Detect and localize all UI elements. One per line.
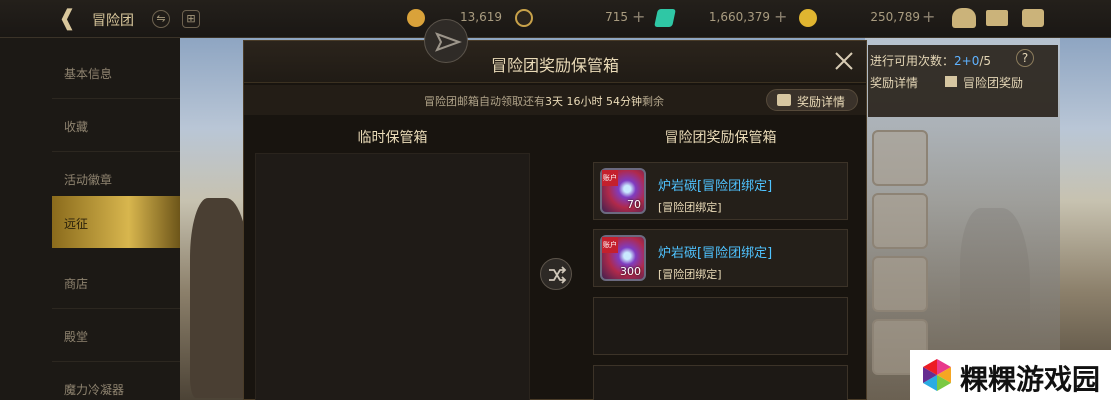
reward-item[interactable]: 账户 300 炉岩碳[冒险团绑定] [冒险团绑定] (593, 229, 848, 287)
send-icon[interactable] (424, 19, 468, 63)
coal-item-icon: 账户 70 (600, 168, 646, 214)
close-icon (835, 52, 853, 70)
empty-item-slot (593, 297, 848, 355)
chat-icon[interactable] (1022, 9, 1044, 27)
menu-item-collection[interactable]: 收藏 (52, 99, 180, 151)
menu-item-shop[interactable]: 商店 (52, 256, 180, 308)
add-gold-button[interactable]: + (922, 7, 935, 26)
left-menu: 基本信息 收藏 活动徽章 远征 商店 殿堂 魔力冷凝器 (0, 38, 180, 400)
mail-icon[interactable] (986, 10, 1008, 26)
coin-c-icon (515, 9, 533, 27)
reward-detail-button[interactable]: 奖励详情 (766, 89, 858, 111)
help-icon[interactable]: ? (1016, 49, 1034, 67)
add-crystal-button[interactable]: + (774, 7, 787, 26)
rock-decoration (190, 198, 250, 398)
crystal-icon (654, 9, 676, 27)
menu-item-expedition[interactable]: 远征 (52, 196, 180, 248)
auto-claim-notice: 冒险团邮箱自动领取还有3天 16小时 54分钟剩余 奖励详情 (244, 85, 866, 115)
menu-item-hall[interactable]: 殿堂 (52, 309, 180, 361)
reward-storage-modal: 冒险团奖励保管箱 冒险团邮箱自动领取还有3天 16小时 54分钟剩余 奖励详情 … (243, 19, 867, 400)
crystal-value: 1,660,379 (708, 10, 770, 24)
arrows-icon[interactable]: ⇋ (152, 10, 170, 28)
item-count: 70 (627, 198, 641, 211)
account-tag: 账户 (602, 170, 618, 186)
close-button[interactable] (834, 51, 854, 71)
add-coin-button[interactable]: + (632, 7, 645, 26)
modal-title: 冒险团奖励保管箱 (490, 56, 619, 75)
site-watermark: 粿粿游戏园 (910, 350, 1111, 400)
team-reward-tab[interactable]: 冒险团奖励 (945, 74, 1023, 94)
temp-storage-title: 临时保管箱 (357, 130, 428, 146)
item-count: 300 (620, 265, 641, 278)
reward-storage-title: 冒险团奖励保管箱 (664, 130, 777, 146)
item-binding: [冒险团绑定] (658, 268, 722, 281)
box-icon (945, 76, 957, 87)
watermark-text: 粿粿游戏园 (960, 363, 1101, 396)
empty-item-slot (593, 365, 848, 400)
watermark-logo-icon (923, 359, 951, 391)
menu-item-basic-info[interactable]: 基本信息 (52, 46, 180, 98)
book-icon[interactable]: ⊞ (182, 10, 200, 28)
reward-slot[interactable] (872, 256, 928, 312)
item-name: 炉岩碳[冒险团绑定] (658, 179, 773, 194)
gold-value: 250,789 (870, 10, 920, 24)
temp-storage-panel[interactable] (255, 153, 530, 400)
account-tag: 账户 (602, 237, 618, 253)
gold-coin-icon (799, 9, 817, 27)
page-title: 冒险团 (92, 13, 134, 29)
menu-item-condenser[interactable]: 魔力冷凝器 (52, 362, 180, 400)
chest-icon (777, 94, 791, 106)
usage-count: 进行可用次数：2+0/5 (870, 54, 992, 68)
shuffle-icon (549, 266, 567, 284)
reward-item[interactable]: 账户 70 炉岩碳[冒险团绑定] [冒险团绑定] (593, 162, 848, 220)
swap-button[interactable] (540, 258, 572, 290)
item-binding: [冒险团绑定] (658, 201, 722, 214)
coin-c-value: 715 (605, 10, 628, 24)
reward-slot[interactable] (872, 193, 928, 249)
treasure-icon[interactable] (952, 8, 976, 28)
reward-detail-tab[interactable]: 奖励详情 (870, 74, 918, 94)
top-bar: ❰ 冒险团 ⇋ ⊞ 13,619 715 + 1,660,379 + 250,7… (0, 0, 1111, 38)
notice-text: 冒险团邮箱自动领取还有3天 16小时 54分钟剩余 (424, 95, 664, 108)
item-name: 炉岩碳[冒险团绑定] (658, 246, 773, 261)
modal-header: 冒险团奖励保管箱 (244, 41, 866, 83)
coal-item-icon: 账户 300 (600, 235, 646, 281)
back-arrow-icon[interactable]: ❰ (58, 8, 80, 30)
trophy-icon (407, 9, 425, 27)
reward-slot[interactable] (872, 130, 928, 186)
